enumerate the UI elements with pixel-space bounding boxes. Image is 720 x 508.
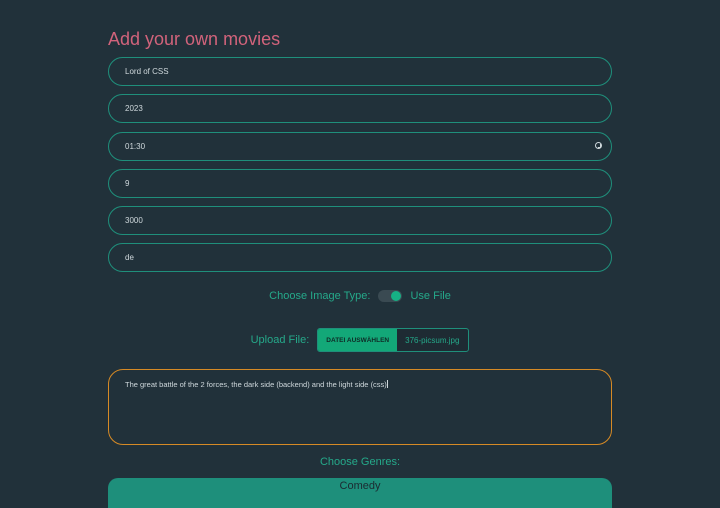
image-type-label: Choose Image Type: xyxy=(269,290,371,302)
image-type-row: Choose Image Type: Use File xyxy=(0,290,720,302)
text-caret xyxy=(386,380,388,388)
budget-input[interactable]: 3000 xyxy=(108,206,612,235)
genre-option-label: Comedy xyxy=(339,480,381,492)
upload-row: Upload File: DATEI AUSWÄHLEN 376-picsum.… xyxy=(0,328,720,352)
language-input-value: de xyxy=(125,253,134,262)
genres-label: Choose Genres: xyxy=(319,456,401,468)
choose-file-button[interactable]: DATEI AUSWÄHLEN xyxy=(318,329,398,351)
budget-input-value: 3000 xyxy=(125,216,143,225)
title-input-value: Lord of CSS xyxy=(125,67,169,76)
selected-file-name: 376-picsum.jpg xyxy=(405,335,460,345)
upload-label: Upload File: xyxy=(250,334,310,346)
image-type-toggle[interactable] xyxy=(378,290,403,302)
title-input[interactable]: Lord of CSS xyxy=(108,57,612,86)
genre-option-comedy[interactable]: Comedy xyxy=(108,478,612,508)
description-textarea[interactable]: The great battle of the 2 forces, the da… xyxy=(108,369,612,445)
year-input[interactable]: 2023 xyxy=(108,94,612,123)
rating-input[interactable]: 9 xyxy=(108,169,612,198)
duration-input[interactable]: 01:30 xyxy=(108,132,612,161)
toggle-knob xyxy=(391,291,402,301)
page-title: Add your own movies xyxy=(108,29,281,49)
duration-input-value: 01:30 xyxy=(125,142,146,151)
file-input[interactable]: DATEI AUSWÄHLEN 376-picsum.jpg xyxy=(317,328,470,352)
rating-input-value: 9 xyxy=(125,179,130,188)
image-type-option: Use File xyxy=(410,290,451,302)
clock-icon[interactable] xyxy=(595,142,602,149)
description-value: The great battle of the 2 forces, the da… xyxy=(125,380,387,389)
language-input[interactable]: de xyxy=(108,243,612,272)
year-input-value: 2023 xyxy=(125,104,143,113)
